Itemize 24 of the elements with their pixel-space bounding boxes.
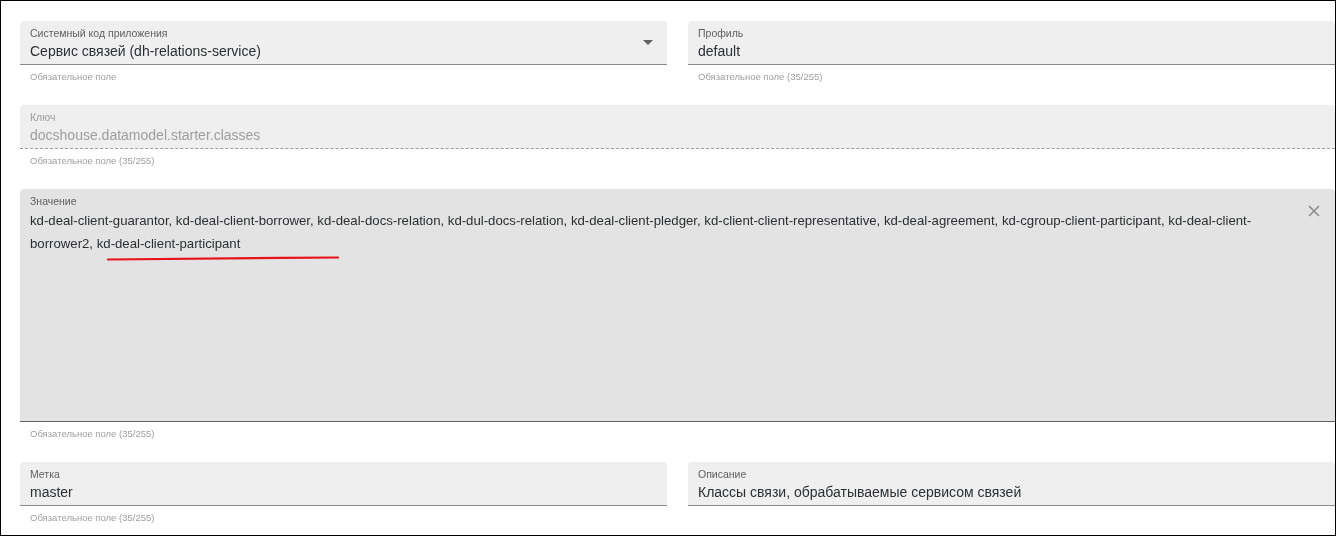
dropdown-caret-icon[interactable]: [643, 40, 653, 45]
hint-text: Обязательное поле (35/255): [29, 154, 156, 167]
hint-text: Обязательное поле (35/255): [29, 427, 156, 440]
field-label: Значение: [30, 194, 78, 208]
select-field[interactable]: Системный код приложения Сервис связей (dh-relations-service): [20, 21, 667, 65]
text-field[interactable]: Метка master: [20, 462, 667, 506]
hint-text: Обязательное поле: [29, 70, 118, 83]
field-label: Метка: [30, 467, 61, 481]
text-field[interactable]: Профиль default: [688, 21, 1335, 65]
hint-text: Обязательное поле (35/255): [697, 70, 824, 83]
field-value: Классы связи, обрабатываемые сервисом связей: [698, 483, 1023, 502]
field-label: Ключ: [30, 110, 57, 124]
field-value: docshouse.datamodel.starter.classes: [30, 126, 262, 145]
text-field[interactable]: Описание Классы связи, обрабатываемые сервисом связей: [688, 462, 1335, 506]
hint-text: Обязательное поле (35/255): [29, 511, 156, 524]
field-label: Профиль: [698, 26, 745, 40]
field-value: default: [698, 42, 742, 61]
field-value: Сервис связей (dh-relations-service): [30, 42, 262, 61]
close-icon[interactable]: [1308, 205, 1320, 217]
field-label: Описание: [698, 467, 748, 481]
field-value: master: [30, 483, 74, 502]
text-area-field[interactable]: [20, 189, 1335, 422]
field-label: Системный код приложения: [30, 26, 169, 40]
field-value: kd-deal-client-guarantor, kd-deal-client-borrower, kd-deal-docs-relation, kd-dul-docs-relation, kd-deal-client-pledger, kd-client-client-representative, kd-deal-agreement, kd-cgroup-client-participant, kd-deal-client-borrower2, kd-deal-client-participant: [30, 212, 1253, 253]
